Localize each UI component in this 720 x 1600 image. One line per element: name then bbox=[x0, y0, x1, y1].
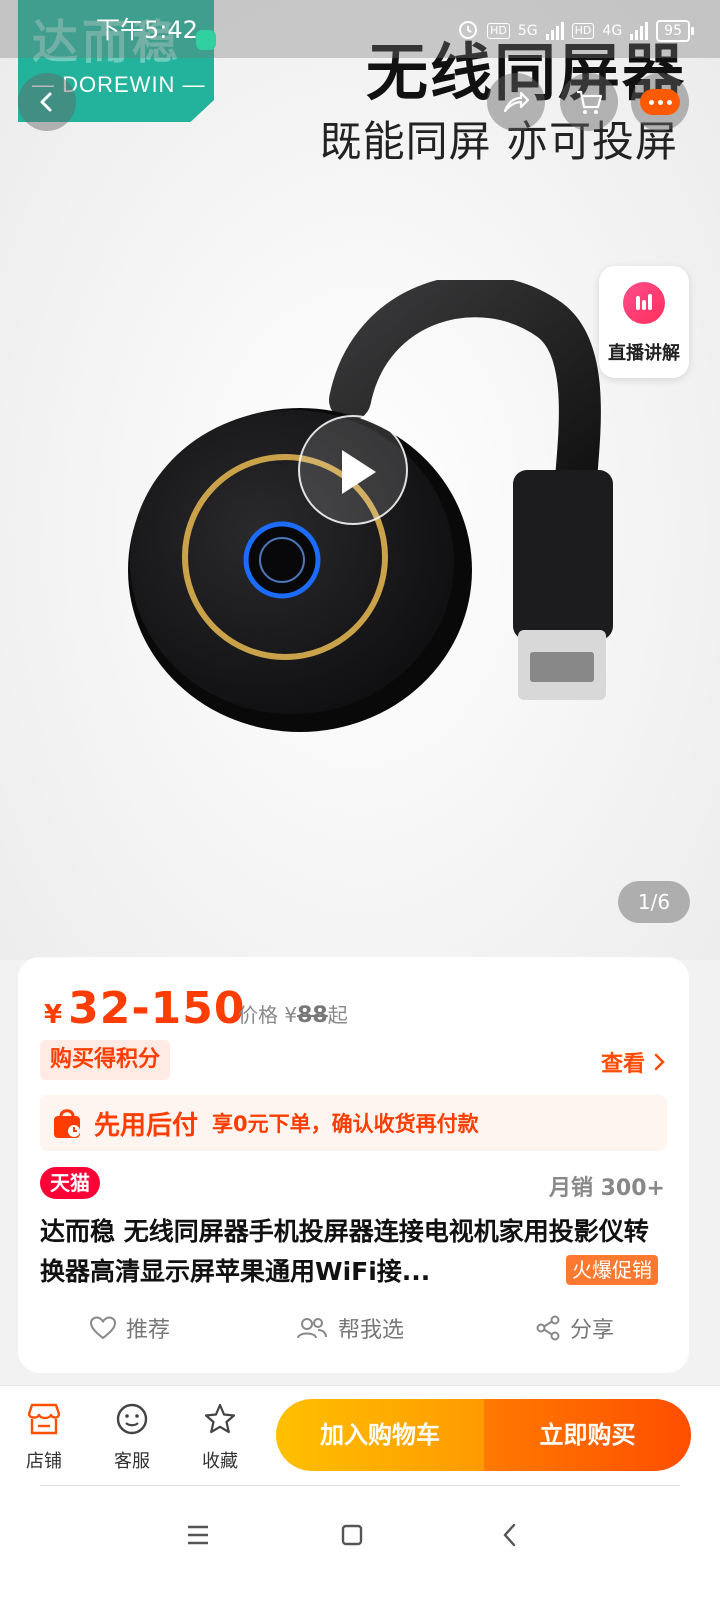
favorite-button[interactable]: 收藏 bbox=[185, 1402, 255, 1473]
network-4g: 4G bbox=[602, 23, 623, 39]
pay-later-desc: 享0元下单，确认收货再付款 bbox=[212, 1112, 479, 1136]
original-price: 价格 ¥88起 bbox=[238, 999, 348, 1028]
view-points-link[interactable]: 查看 bbox=[601, 1046, 667, 1078]
share-product-button[interactable]: 分享 bbox=[536, 1312, 614, 1344]
points-tag: 购买得积分 bbox=[40, 1040, 171, 1080]
more-dots-icon bbox=[640, 89, 680, 115]
image-page-indicator: 1/6 bbox=[618, 881, 690, 923]
pay-later-banner[interactable]: 先用后付 享0元下单，确认收货再付款 bbox=[40, 1095, 667, 1151]
star-icon bbox=[204, 1403, 236, 1434]
menu-lines-icon bbox=[188, 1525, 208, 1545]
customer-service-button[interactable]: 客服 bbox=[97, 1402, 167, 1473]
product-image bbox=[128, 280, 613, 732]
cart-button[interactable] bbox=[560, 73, 618, 131]
monthly-sales: 月销 300+ bbox=[548, 1176, 665, 1201]
system-back-button[interactable] bbox=[485, 1510, 535, 1560]
store-label: 店铺 bbox=[26, 1451, 62, 1472]
play-icon bbox=[342, 450, 376, 494]
heart-icon bbox=[90, 1316, 116, 1340]
shield-icon bbox=[196, 30, 216, 50]
recommend-label: 推荐 bbox=[126, 1318, 171, 1343]
help-choose-button[interactable]: 帮我选 bbox=[296, 1312, 404, 1344]
recommend-button[interactable]: 推荐 bbox=[90, 1312, 170, 1344]
battery-indicator: 95 bbox=[656, 20, 694, 42]
hd-badge-2: HD bbox=[571, 23, 595, 39]
live-bars-icon bbox=[623, 282, 665, 324]
back-button[interactable] bbox=[18, 73, 76, 131]
chevron-right-icon bbox=[654, 1053, 665, 1071]
square-icon bbox=[341, 1524, 363, 1546]
price-range-value: 32-150 bbox=[68, 983, 246, 1034]
share-label: 分享 bbox=[570, 1318, 615, 1343]
shopping-bag-icon bbox=[52, 1106, 82, 1140]
recent-apps-button[interactable] bbox=[173, 1510, 223, 1560]
original-price-value: 88 bbox=[297, 1003, 328, 1028]
store-button[interactable]: 店铺 bbox=[9, 1402, 79, 1473]
live-explain-button[interactable]: 直播讲解 bbox=[599, 266, 689, 378]
original-price-label: 价格 ¥ bbox=[238, 1003, 298, 1027]
store-icon bbox=[27, 1403, 61, 1435]
add-to-cart-button[interactable]: 加入购物车 bbox=[276, 1399, 484, 1471]
action-row: 推荐 帮我选 分享 bbox=[18, 1312, 689, 1352]
tmall-badge: 天猫 bbox=[40, 1167, 100, 1199]
cart-icon bbox=[577, 90, 603, 114]
signal-bars-icon bbox=[545, 22, 564, 40]
product-image-carousel[interactable]: 达而稳 — DOREWIN — 无线同屏器 既能同屏 亦可投屏 直播讲解 1/6 bbox=[0, 0, 720, 960]
home-button[interactable] bbox=[327, 1510, 377, 1560]
buy-now-button[interactable]: 立即购买 bbox=[484, 1399, 691, 1471]
hot-promo-tag: 火爆促销 bbox=[566, 1255, 658, 1285]
share-nodes-icon bbox=[536, 1315, 560, 1341]
help-choose-label: 帮我选 bbox=[338, 1318, 405, 1343]
people-icon bbox=[297, 1318, 327, 1339]
hd-badge-1: HD bbox=[487, 23, 510, 39]
pay-later-title: 先用后付 bbox=[94, 1110, 199, 1141]
share-arrow-icon bbox=[503, 91, 530, 113]
service-label: 客服 bbox=[114, 1451, 150, 1472]
status-bar: 下午5:42 HD 5G HD 4G 95 bbox=[0, 0, 720, 58]
chevron-left-icon bbox=[40, 92, 52, 112]
alarm-icon bbox=[457, 18, 479, 44]
live-explain-label: 直播讲解 bbox=[608, 343, 680, 364]
status-indicators: HD 5G HD 4G 95 bbox=[457, 18, 694, 44]
play-video-button[interactable] bbox=[298, 415, 408, 525]
favorite-label: 收藏 bbox=[202, 1451, 238, 1472]
original-price-suffix: 起 bbox=[327, 1003, 348, 1027]
divider bbox=[40, 1485, 680, 1486]
service-face-icon bbox=[116, 1403, 148, 1435]
product-detail-screen: 达而稳 — DOREWIN — 无线同屏器 既能同屏 亦可投屏 直播讲解 1/6… bbox=[0, 0, 720, 1600]
system-navigation-bar bbox=[0, 1485, 720, 1600]
price-range: ¥ 32-150 bbox=[44, 983, 245, 1034]
chevron-left-icon bbox=[503, 1523, 516, 1547]
network-5g: 5G bbox=[517, 23, 538, 39]
share-button[interactable] bbox=[487, 73, 545, 131]
more-button[interactable] bbox=[631, 73, 689, 131]
signal-bars-icon bbox=[630, 22, 649, 40]
status-time: 下午5:42 bbox=[96, 16, 198, 44]
product-info-card: ¥ 32-150 价格 ¥88起 购买得积分 查看 先用后付 享0元下单，确认收… bbox=[18, 957, 689, 1373]
view-label: 查看 bbox=[600, 1052, 645, 1077]
bottom-action-bar: 店铺 客服 收藏 加入购物车 立即购买 bbox=[0, 1385, 720, 1485]
currency-symbol: ¥ bbox=[44, 1000, 63, 1030]
